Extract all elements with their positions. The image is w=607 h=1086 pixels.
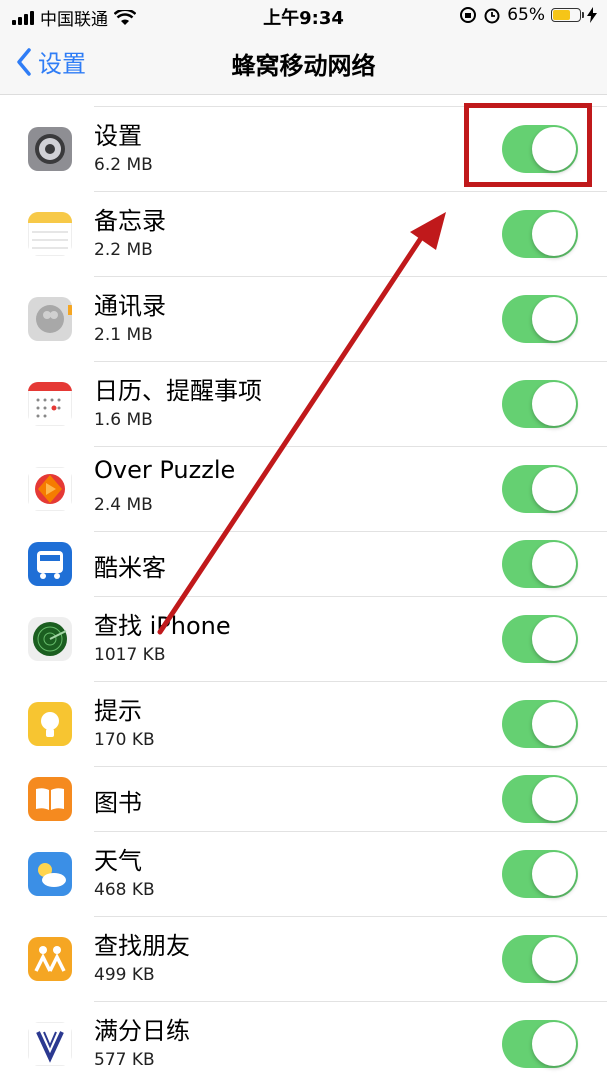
annotation-arrow — [157, 212, 446, 635]
